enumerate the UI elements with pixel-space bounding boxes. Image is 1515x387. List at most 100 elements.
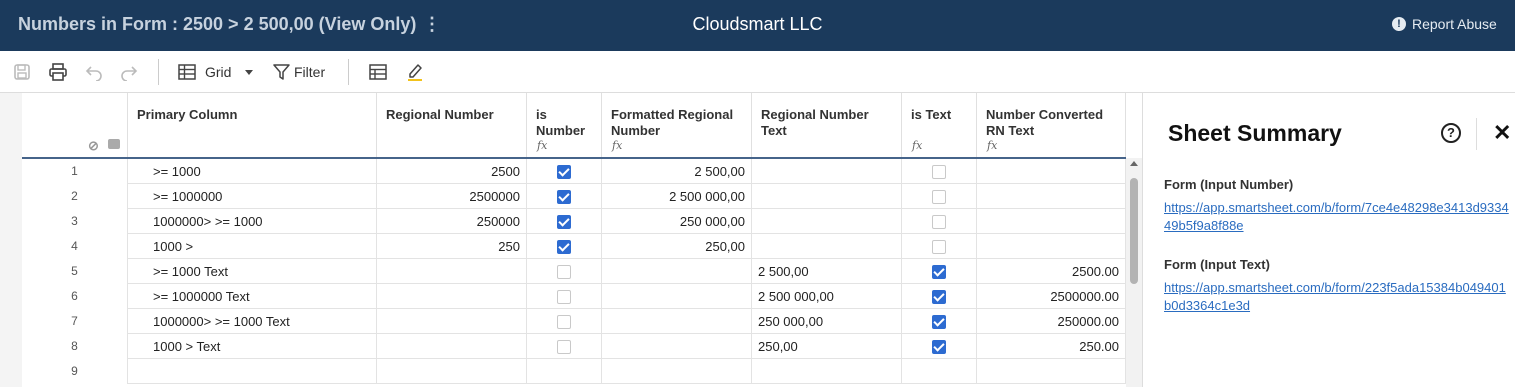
table-cell[interactable] (902, 259, 977, 284)
table-cell[interactable]: 2500000.00 (977, 284, 1126, 309)
checkbox-checked[interactable] (557, 214, 571, 229)
vertical-scrollbar[interactable] (1126, 158, 1142, 387)
format-table-icon[interactable] (369, 61, 387, 83)
table-row[interactable]: 1 >= 1000 2500 2 500,00 (22, 159, 1126, 184)
table-cell[interactable]: 1000000> >= 1000 (128, 209, 377, 234)
checkbox-unchecked[interactable] (557, 264, 571, 279)
table-cell[interactable] (902, 334, 977, 359)
field-link-input-number[interactable]: https://app.smartsheet.com/b/form/7ce4e4… (1164, 199, 1509, 235)
table-cell[interactable]: 2500000 (377, 184, 527, 209)
table-cell[interactable] (602, 334, 752, 359)
checkbox-checked[interactable] (932, 289, 946, 304)
table-cell[interactable]: 2 500 000,00 (752, 284, 902, 309)
table-cell[interactable]: 250 000,00 (602, 209, 752, 234)
table-cell[interactable]: 250 000,00 (752, 309, 902, 334)
checkbox-checked[interactable] (932, 264, 946, 279)
checkbox-unchecked[interactable] (932, 189, 946, 204)
table-cell[interactable] (602, 284, 752, 309)
table-cell[interactable] (377, 334, 527, 359)
checkbox-checked[interactable] (557, 189, 571, 204)
table-cell[interactable]: 250000.00 (977, 309, 1126, 334)
column-header-number-converted[interactable]: Number Converted RN Text fx (977, 93, 1126, 158)
table-cell[interactable]: >= 1000 Text (128, 259, 377, 284)
table-cell[interactable] (527, 159, 602, 184)
table-cell[interactable] (752, 234, 902, 259)
grid-view-dropdown[interactable]: Grid (178, 61, 254, 83)
table-cell[interactable]: 1000 > (128, 234, 377, 259)
table-cell[interactable] (602, 259, 752, 284)
table-cell[interactable]: 2 500 000,00 (602, 184, 752, 209)
table-cell[interactable]: 2 500,00 (752, 259, 902, 284)
undo-icon[interactable] (85, 61, 103, 83)
column-header-formatted-regional-number[interactable]: Formatted Regional Number fx (602, 93, 752, 158)
table-row[interactable]: 9 (22, 359, 1126, 384)
table-cell[interactable] (752, 159, 902, 184)
table-cell[interactable]: >= 1000000 (128, 184, 377, 209)
checkbox-checked[interactable] (932, 339, 946, 354)
table-cell[interactable]: 250,00 (602, 234, 752, 259)
table-row[interactable]: 2 >= 1000000 2500000 2 500 000,00 (22, 184, 1126, 209)
column-header-is-text[interactable]: is Text fx (902, 93, 977, 158)
table-cell[interactable] (527, 184, 602, 209)
table-row[interactable]: 5 >= 1000 Text 2 500,00 2500.00 (22, 259, 1126, 284)
table-cell[interactable] (527, 209, 602, 234)
table-cell[interactable]: 1000000> >= 1000 Text (128, 309, 377, 334)
column-header-regional-number-text[interactable]: Regional Number Text (752, 93, 902, 158)
table-cell[interactable]: 250 (377, 234, 527, 259)
table-cell[interactable] (602, 359, 752, 384)
table-cell[interactable] (902, 184, 977, 209)
table-cell[interactable] (377, 284, 527, 309)
table-cell[interactable]: 250.00 (977, 334, 1126, 359)
save-icon[interactable] (13, 61, 31, 83)
table-cell[interactable] (377, 359, 527, 384)
table-cell[interactable]: 2500.00 (977, 259, 1126, 284)
checkbox-unchecked[interactable] (557, 289, 571, 304)
table-cell[interactable] (977, 209, 1126, 234)
table-cell[interactable] (128, 359, 377, 384)
column-header-primary[interactable]: Primary Column (128, 93, 377, 158)
scrollbar-thumb[interactable] (1130, 178, 1138, 284)
sheet-menu-icon[interactable]: ⋮ (423, 14, 441, 35)
checkbox-checked[interactable] (932, 314, 946, 329)
table-cell[interactable] (752, 184, 902, 209)
checkbox-unchecked[interactable] (557, 339, 571, 354)
table-cell[interactable] (752, 359, 902, 384)
checkbox-unchecked[interactable] (932, 239, 946, 254)
table-cell[interactable]: 250000 (377, 209, 527, 234)
table-cell[interactable] (977, 359, 1126, 384)
table-row[interactable]: 4 1000 >250 250,00 (22, 234, 1126, 259)
table-cell[interactable] (752, 209, 902, 234)
table-row[interactable]: 7 1000000> >= 1000 Text 250 000,00 250000.0… (22, 309, 1126, 334)
table-cell[interactable] (977, 184, 1126, 209)
field-link-input-text[interactable]: https://app.smartsheet.com/b/form/223f5a… (1164, 279, 1509, 315)
table-cell[interactable]: >= 1000000 Text (128, 284, 377, 309)
table-row[interactable]: 3 1000000> >= 1000 250000 250 000,00 (22, 209, 1126, 234)
checkbox-unchecked[interactable] (557, 314, 571, 329)
close-icon[interactable]: ✕ (1493, 120, 1511, 146)
table-row[interactable]: 6 >= 1000000 Text 2 500 000,00 2500000.00 (22, 284, 1126, 309)
table-cell[interactable]: 1000 > Text (128, 334, 377, 359)
help-icon[interactable]: ? (1441, 123, 1461, 143)
table-cell[interactable] (977, 234, 1126, 259)
print-icon[interactable] (48, 61, 68, 83)
table-row[interactable]: 8 1000 > Text 250,00 250.00 (22, 334, 1126, 359)
table-cell[interactable] (902, 309, 977, 334)
highlight-icon[interactable] (405, 61, 425, 83)
table-cell[interactable]: 250,00 (752, 334, 902, 359)
table-cell[interactable] (527, 334, 602, 359)
table-cell[interactable] (527, 234, 602, 259)
scroll-up-icon[interactable] (1130, 161, 1138, 166)
table-cell[interactable] (527, 309, 602, 334)
table-cell[interactable] (527, 284, 602, 309)
table-cell[interactable] (527, 259, 602, 284)
checkbox-unchecked[interactable] (932, 164, 946, 179)
table-cell[interactable] (377, 259, 527, 284)
table-cell[interactable] (527, 359, 602, 384)
table-cell[interactable] (977, 159, 1126, 184)
table-cell[interactable] (902, 359, 977, 384)
filter-button[interactable]: Filter (273, 61, 325, 83)
column-header-is-number[interactable]: is Number fx (527, 93, 602, 158)
table-cell[interactable]: 2500 (377, 159, 527, 184)
column-header-regional-number[interactable]: Regional Number (377, 93, 527, 158)
table-cell[interactable] (602, 309, 752, 334)
